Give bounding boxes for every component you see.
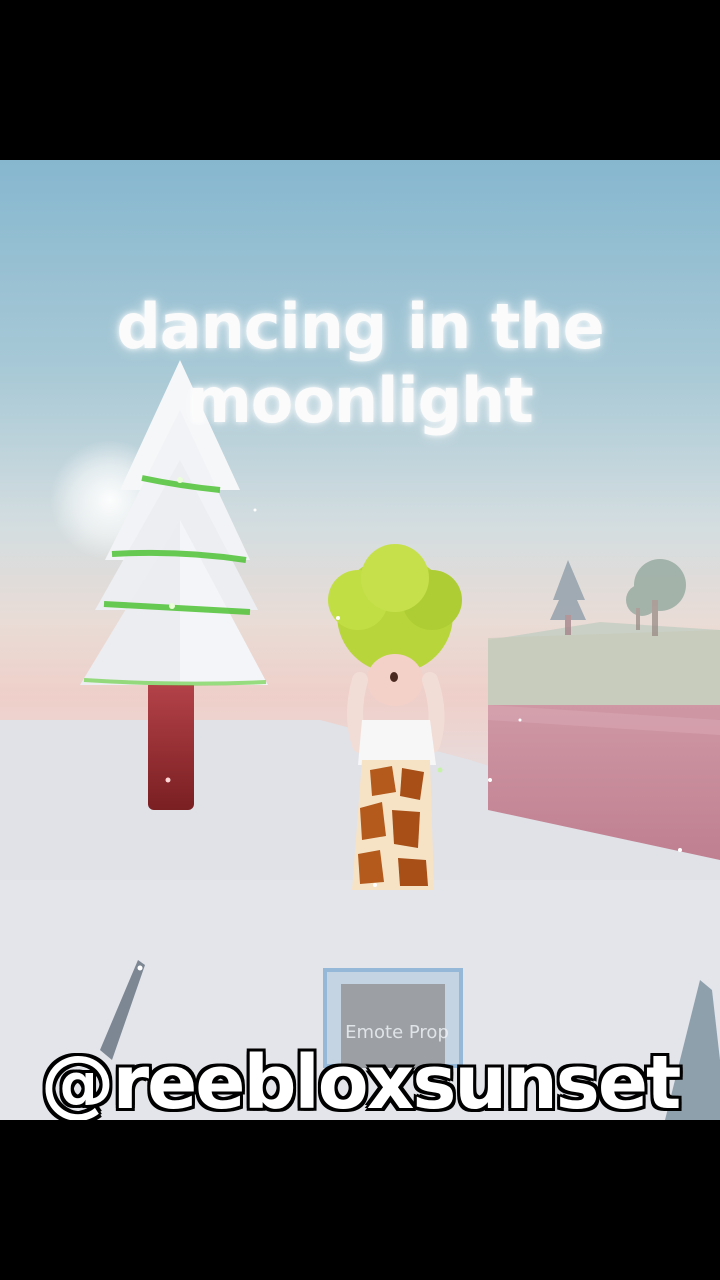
game-viewport: dancing in the moonlight Emote Prop [0,160,720,1120]
title-line-1: dancing in the [116,290,604,363]
letterbox-top [0,0,720,160]
title-line-2: moonlight [187,364,534,437]
video-title-overlay: dancing in the moonlight [60,290,660,438]
letterbox-bottom [0,1120,720,1280]
creator-watermark: @reebloxsunset [40,1040,682,1126]
